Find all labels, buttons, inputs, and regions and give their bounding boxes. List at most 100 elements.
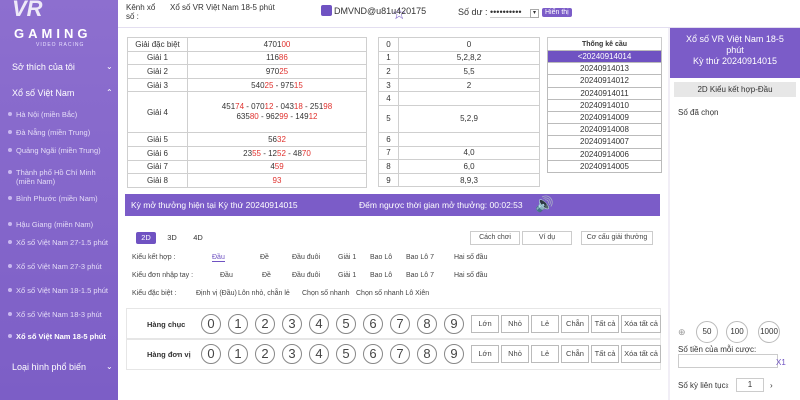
prize-name: Giải 2 xyxy=(127,64,188,79)
bet-option[interactable]: Chọn số nhanh xyxy=(302,290,349,297)
periods-input[interactable]: 1 xyxy=(736,378,764,392)
sidebar-item-vn18-1-5[interactable]: Xổ số Việt Nam 18-1.5 phút xyxy=(8,286,116,295)
tail-digits: 0 xyxy=(398,37,540,52)
bet-option[interactable]: Bao Lô xyxy=(370,272,392,279)
sidebar-item-danang[interactable]: Đà Nẵng (miền Trung) xyxy=(8,128,116,137)
digit-ball[interactable]: 9 xyxy=(444,314,464,334)
digit-ball[interactable]: 1 xyxy=(228,314,248,334)
quick-select-button[interactable]: Xóa tất cả xyxy=(621,345,661,363)
sidebar-section-favorites[interactable]: Sở thích của tôi ⌄ xyxy=(12,62,113,72)
head-tail-row: 5 5,2,9 xyxy=(378,104,540,133)
sidebar-item-vn27-1-5[interactable]: Xổ số Việt Nam 27-1.5 phút xyxy=(8,238,116,247)
bet-option[interactable]: Đầu xyxy=(212,254,225,262)
bet-option[interactable]: Bao Lô xyxy=(370,254,392,261)
bet-option[interactable]: Hai số đầu xyxy=(454,254,487,261)
quick-select-button[interactable]: Lẻ xyxy=(531,345,559,363)
bet-option[interactable]: Giải 1 xyxy=(338,254,356,261)
head-tail-row: 2 5,5 xyxy=(378,64,540,79)
bet-option[interactable]: Lôn nhỏ, chẵn lẻ xyxy=(238,290,290,297)
period-item[interactable]: 20240914005 xyxy=(547,159,662,173)
chip-100[interactable]: 100 xyxy=(726,321,748,343)
quick-select-button[interactable]: Chẵn xyxy=(561,345,589,363)
digit-ball[interactable]: 2 xyxy=(255,314,275,334)
prize-number: 45174 - 07012 - 04318 - 25198 63580 - 962… xyxy=(187,91,367,134)
minus-button[interactable]: ‹ xyxy=(726,381,729,390)
dropdown-icon[interactable]: ▾ xyxy=(530,9,539,18)
bet-option[interactable]: Đề xyxy=(260,254,269,261)
digit-ball[interactable]: 7 xyxy=(390,344,410,364)
digit-ball[interactable]: 7 xyxy=(390,314,410,334)
quick-select-button[interactable]: Chẵn xyxy=(561,315,589,333)
digit-ball[interactable]: 2 xyxy=(255,344,275,364)
sidebar-item-vn27-3[interactable]: Xổ số Việt Nam 27-3 phút xyxy=(8,262,116,271)
tail-digits xyxy=(398,131,540,147)
digit-ball[interactable]: 4 xyxy=(309,314,329,334)
sidebar-item-hcm[interactable]: Thành phố Hồ Chí Minh (miền Nam) xyxy=(8,168,116,186)
quick-select-button[interactable]: Nhỏ xyxy=(501,345,529,363)
sidebar-item-quangngai[interactable]: Quảng Ngãi (miền Trung) xyxy=(8,146,116,155)
digit-ball[interactable]: 8 xyxy=(417,314,437,334)
amount-input[interactable] xyxy=(678,354,778,368)
show-balance-button[interactable]: Hiển thị xyxy=(542,8,572,17)
bet-option[interactable]: Bao Lô 7 xyxy=(406,254,434,261)
bet-option[interactable]: Bao Lô 7 xyxy=(406,272,434,279)
how-to-play-button[interactable]: Cách chơi xyxy=(470,231,520,245)
amount-label: Số tiền của mỗi cược: xyxy=(678,345,757,354)
bet-option[interactable]: Chọn số nhanh Lô Xiên xyxy=(356,290,429,297)
prize-name: Giải 7 xyxy=(127,159,188,175)
digit-ball[interactable]: 1 xyxy=(228,344,248,364)
head-tail-row: 8 6,0 xyxy=(378,159,540,174)
bet-option[interactable]: Đề xyxy=(262,272,271,279)
tab-3d[interactable]: 3D xyxy=(162,232,182,244)
digit-ball[interactable]: 0 xyxy=(201,344,221,364)
digit-ball[interactable]: 5 xyxy=(336,344,356,364)
speaker-icon[interactable]: 🔊 xyxy=(535,195,554,213)
digit-ball[interactable]: 3 xyxy=(282,314,302,334)
sidebar-section-popular[interactable]: Loại hình phổ biến ⌄ xyxy=(12,362,113,372)
quick-select-button[interactable]: Lẻ xyxy=(531,315,559,333)
sidebar-item-haugiang[interactable]: Hậu Giang (miền Nam) xyxy=(8,220,116,229)
prize-row: Giải 2 97025 xyxy=(127,64,367,79)
sidebar-section-vietnam[interactable]: Xổ số Việt Nam ⌃ xyxy=(12,88,113,98)
head-tail-row: 1 5,2,8,2 xyxy=(378,50,540,66)
sidebar-item-vn18-5[interactable]: Xổ số Việt Nam 18-5 phút xyxy=(8,332,116,341)
plus-icon[interactable]: ⊕ xyxy=(678,327,686,338)
chip-50[interactable]: 50 xyxy=(696,321,718,343)
prize-row: Giải đặc biệt 470100 xyxy=(127,37,367,52)
bet-option[interactable]: Giải 1 xyxy=(338,272,356,279)
head-digit: 1 xyxy=(378,50,399,66)
quick-select-button[interactable]: Tất cả xyxy=(591,345,619,363)
sidebar-item-hanoi[interactable]: Hà Nội (miền Bắc) xyxy=(8,110,116,119)
tab-4d[interactable]: 4D xyxy=(188,232,208,244)
prize-row: Giải 1 11686 xyxy=(127,50,367,66)
bet-option[interactable]: Đầu đuôi xyxy=(292,272,320,279)
digit-ball[interactable]: 6 xyxy=(363,314,383,334)
digit-ball[interactable]: 8 xyxy=(417,344,437,364)
quick-select-button[interactable]: Xóa tất cả xyxy=(621,315,661,333)
bet-option[interactable]: Hai số đầu xyxy=(454,272,487,279)
digit-ball[interactable]: 6 xyxy=(363,344,383,364)
head-tail-row: 9 8,9,3 xyxy=(378,172,540,188)
digit-ball[interactable]: 4 xyxy=(309,344,329,364)
quick-select-button[interactable]: Tất cả xyxy=(591,315,619,333)
bet-option[interactable]: Định vị (Đầu) xyxy=(196,290,237,297)
logo-subtext: VIDEO RACING xyxy=(36,42,85,48)
bet-option[interactable]: Đầu xyxy=(220,272,233,279)
digit-ball[interactable]: 5 xyxy=(336,314,356,334)
digit-ball[interactable]: 0 xyxy=(201,314,221,334)
example-button[interactable]: Ví dụ xyxy=(522,231,572,245)
prize-number: 97025 xyxy=(187,64,367,79)
plus-button[interactable]: › xyxy=(770,381,773,390)
bet-option[interactable]: Đầu đuôi xyxy=(292,254,320,261)
quick-select-button[interactable]: Lớn xyxy=(471,315,499,333)
sidebar-item-vn18-3[interactable]: Xổ số Việt Nam 18-3 phút xyxy=(8,310,116,319)
quick-select-button[interactable]: Lớn xyxy=(471,345,499,363)
tab-2d[interactable]: 2D xyxy=(136,232,156,244)
head-tail-table: 0 0 1 5,2,8,2 2 5,5 3 2 4 5 5,2,9 6 7 4,0 8 6,0 9 8,9,3 xyxy=(378,37,540,188)
quick-select-button[interactable]: Nhỏ xyxy=(501,315,529,333)
chip-1000[interactable]: 1000 xyxy=(758,321,780,343)
prize-structure-button[interactable]: Cơ cấu giải thưởng xyxy=(581,231,653,245)
digit-ball[interactable]: 3 xyxy=(282,344,302,364)
digit-ball[interactable]: 9 xyxy=(444,344,464,364)
sidebar-item-binhphuoc[interactable]: Bình Phước (miền Nam) xyxy=(8,194,116,203)
